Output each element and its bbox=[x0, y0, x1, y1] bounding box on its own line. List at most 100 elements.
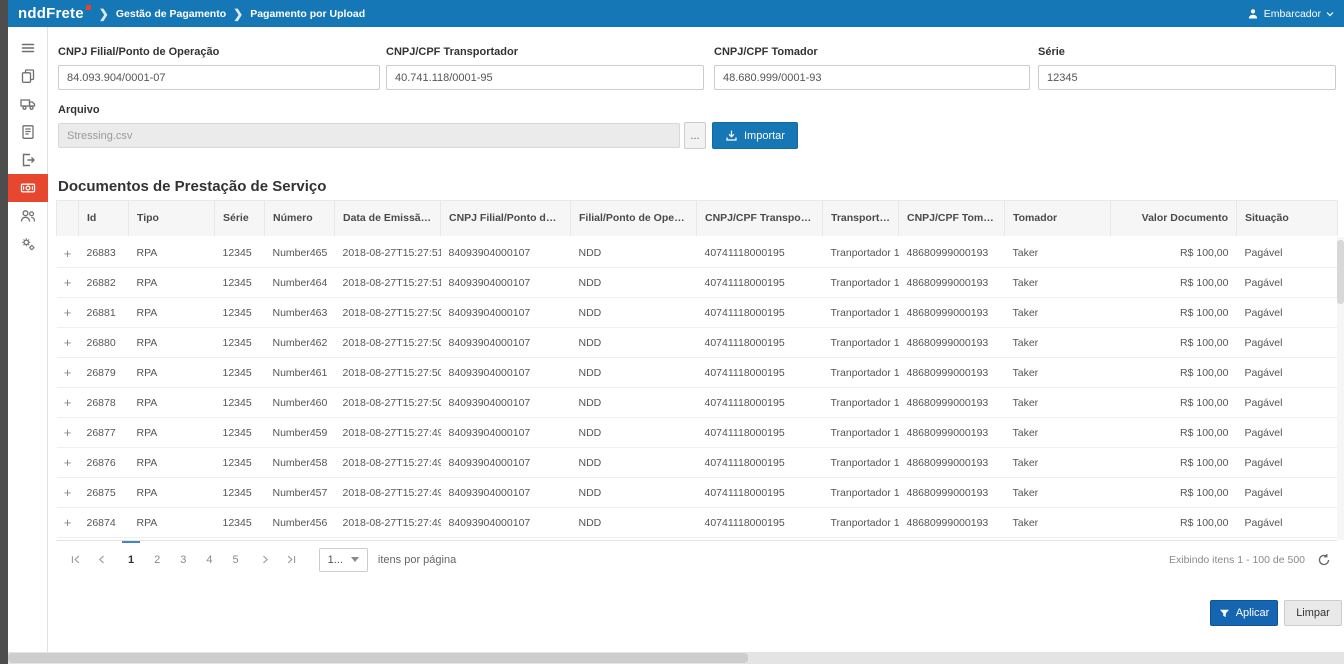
cell-id: 26875 bbox=[79, 478, 129, 508]
cell-data-emissao: 2018-08-27T15:27:51.517 bbox=[335, 238, 441, 268]
header-cnpj-transportador[interactable]: CNPJ/CPF Transportador bbox=[697, 201, 823, 238]
serie-input[interactable] bbox=[1038, 65, 1336, 90]
sidebar-item-settings[interactable] bbox=[8, 230, 48, 258]
header-data-emissao[interactable]: Data de Emissão↓ bbox=[335, 201, 441, 238]
cell-cnpj-filial: 84093904000107 bbox=[441, 298, 571, 328]
cell-transportador: Tranportador 1 bbox=[823, 298, 899, 328]
menu-icon bbox=[20, 40, 36, 56]
cell-serie: 12345 bbox=[215, 238, 265, 268]
page-size-select[interactable]: 1... bbox=[319, 548, 368, 572]
clear-button[interactable]: Limpar bbox=[1284, 600, 1342, 626]
header-numero[interactable]: Número bbox=[265, 201, 335, 238]
header-serie[interactable]: Série bbox=[215, 201, 265, 238]
serie-label: Série bbox=[1038, 46, 1336, 58]
documents-table: Id Tipo Série Número Data de Emissão↓ CN… bbox=[56, 200, 1338, 538]
cell-valor: R$ 100,00 bbox=[1111, 388, 1237, 418]
expand-row-button[interactable]: + bbox=[57, 328, 79, 358]
sidebar-item-freight[interactable] bbox=[8, 90, 48, 118]
next-page-button[interactable] bbox=[253, 541, 279, 578]
cell-filial: NDD bbox=[571, 298, 697, 328]
expand-row-button[interactable]: + bbox=[57, 448, 79, 478]
cell-serie: 12345 bbox=[215, 268, 265, 298]
import-button-label: Importar bbox=[744, 130, 785, 142]
arquivo-filename-input bbox=[58, 123, 680, 148]
prev-page-button[interactable] bbox=[88, 541, 114, 578]
last-page-button[interactable] bbox=[279, 541, 305, 578]
cnpj-filial-input[interactable] bbox=[58, 65, 380, 90]
header-valor[interactable]: Valor Documento bbox=[1111, 201, 1237, 238]
cell-cnpj-tomador: 48680999000193 bbox=[899, 298, 1005, 328]
first-page-button[interactable] bbox=[62, 541, 88, 578]
sidebar-item-invoices[interactable] bbox=[8, 118, 48, 146]
expand-row-button[interactable]: + bbox=[57, 508, 79, 538]
cell-cnpj-transportador: 40741118000195 bbox=[697, 388, 823, 418]
horizontal-scrollbar[interactable] bbox=[8, 652, 1344, 664]
cell-tipo: RPA bbox=[129, 388, 215, 418]
pager-page-5[interactable]: 5 bbox=[223, 541, 249, 578]
expand-row-button[interactable]: + bbox=[57, 358, 79, 388]
cell-cnpj-filial: 84093904000107 bbox=[441, 238, 571, 268]
header-filial[interactable]: Filial/Ponto de Operação bbox=[571, 201, 697, 238]
sidebar-item-documents[interactable] bbox=[8, 62, 48, 90]
pager-page-2[interactable]: 2 bbox=[144, 541, 170, 578]
table-row: + 26876 RPA 12345 Number458 2018-08-27T1… bbox=[57, 448, 1338, 478]
header-cnpj-filial[interactable]: CNPJ Filial/Ponto de Operaç... bbox=[441, 201, 571, 238]
pager-page-1[interactable]: 1 bbox=[118, 541, 144, 578]
browse-file-button[interactable]: ... bbox=[684, 122, 706, 149]
cell-valor: R$ 100,00 bbox=[1111, 298, 1237, 328]
cnpj-tomador-input[interactable] bbox=[714, 65, 1030, 90]
cell-valor: R$ 100,00 bbox=[1111, 328, 1237, 358]
header-cnpj-tomador[interactable]: CNPJ/CPF Tomador bbox=[899, 201, 1005, 238]
pager-page-3[interactable]: 3 bbox=[170, 541, 196, 578]
import-button[interactable]: Importar bbox=[712, 122, 798, 149]
grid-vertical-scrollbar[interactable] bbox=[1337, 237, 1344, 540]
scrollbar-thumb[interactable] bbox=[8, 653, 748, 663]
sidebar-item-users[interactable] bbox=[8, 202, 48, 230]
cell-tipo: RPA bbox=[129, 508, 215, 538]
sidebar-item-payment[interactable] bbox=[8, 174, 48, 202]
apply-button[interactable]: Aplicar bbox=[1210, 600, 1278, 626]
sidebar-item-export[interactable] bbox=[8, 146, 48, 174]
arquivo-field: Arquivo bbox=[58, 104, 680, 148]
cell-serie: 12345 bbox=[215, 358, 265, 388]
breadcrumb-item-gestao[interactable]: Gestão de Pagamento bbox=[116, 8, 226, 20]
cnpj-tomador-label: CNPJ/CPF Tomador bbox=[714, 46, 1030, 58]
app-logo[interactable]: nddFrete bbox=[18, 5, 92, 22]
breadcrumb-item-upload[interactable]: Pagamento por Upload bbox=[250, 8, 365, 20]
cell-situacao: Pagável bbox=[1237, 298, 1338, 328]
cell-situacao: Pagável bbox=[1237, 388, 1338, 418]
cnpj-transportador-input[interactable] bbox=[386, 65, 704, 90]
cell-cnpj-filial: 84093904000107 bbox=[441, 268, 571, 298]
cell-numero: Number456 bbox=[265, 508, 335, 538]
next-page-icon bbox=[260, 554, 271, 565]
cell-data-emissao: 2018-08-27T15:27:50.163 bbox=[335, 388, 441, 418]
cell-transportador: Tranportador 1 bbox=[823, 418, 899, 448]
header-tipo[interactable]: Tipo bbox=[129, 201, 215, 238]
expand-row-button[interactable]: + bbox=[57, 268, 79, 298]
header-id[interactable]: Id bbox=[79, 201, 129, 238]
user-menu[interactable]: Embarcador bbox=[1247, 8, 1334, 20]
cell-tipo: RPA bbox=[129, 418, 215, 448]
cell-filial: NDD bbox=[571, 478, 697, 508]
expand-row-button[interactable]: + bbox=[57, 418, 79, 448]
header-transportador[interactable]: Transportador bbox=[823, 201, 899, 238]
sidebar-item-menu[interactable] bbox=[8, 34, 48, 62]
cell-cnpj-transportador: 40741118000195 bbox=[697, 358, 823, 388]
expand-row-button[interactable]: + bbox=[57, 238, 79, 268]
cell-data-emissao: 2018-08-27T15:27:50.477 bbox=[335, 358, 441, 388]
scrollbar-thumb[interactable] bbox=[1337, 240, 1344, 304]
header-situacao[interactable]: Situação bbox=[1237, 201, 1338, 238]
expand-row-button[interactable]: + bbox=[57, 478, 79, 508]
header-tomador[interactable]: Tomador bbox=[1005, 201, 1111, 238]
table-body: + 26883 RPA 12345 Number465 2018-08-27T1… bbox=[57, 238, 1338, 538]
filter-icon bbox=[1219, 608, 1230, 619]
pager-page-4[interactable]: 4 bbox=[196, 541, 222, 578]
logo-flag bbox=[86, 5, 91, 10]
cell-tipo: RPA bbox=[129, 268, 215, 298]
cell-data-emissao: 2018-08-27T15:27:49.647 bbox=[335, 448, 441, 478]
expand-row-button[interactable]: + bbox=[57, 298, 79, 328]
expand-row-button[interactable]: + bbox=[57, 388, 79, 418]
cell-filial: NDD bbox=[571, 448, 697, 478]
refresh-button[interactable] bbox=[1317, 553, 1331, 567]
pager-status: Exibindo itens 1 - 100 de 500 bbox=[1169, 554, 1305, 566]
